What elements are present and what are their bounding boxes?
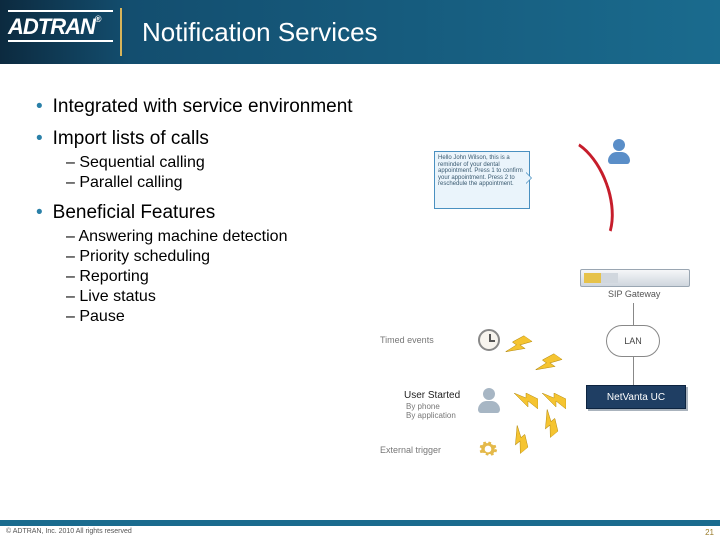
footer: © ADTRAN, Inc. 2010 All rights reserved … bbox=[0, 520, 720, 540]
page-number: 21 bbox=[705, 528, 714, 537]
speech-bubble: Hello John Wilson, this is a reminder of… bbox=[434, 151, 530, 209]
sip-gateway-icon bbox=[580, 269, 690, 287]
user-started-sub1: By phone bbox=[406, 402, 440, 411]
bolt-icon bbox=[508, 332, 533, 358]
logo-text: ADTRAN® bbox=[8, 14, 101, 39]
user-icon bbox=[478, 388, 500, 414]
netvanta-box: NetVanta UC bbox=[586, 385, 686, 409]
copyright-text: © ADTRAN, Inc. 2010 All rights reserved bbox=[0, 528, 720, 535]
title-area: Notification Services bbox=[120, 0, 720, 64]
header-bar: ADTRAN® Notification Services bbox=[0, 0, 720, 64]
bolt-icon bbox=[507, 428, 532, 454]
user-started-label: User Started bbox=[404, 390, 460, 401]
bolt-icon bbox=[546, 393, 566, 409]
user-started-sub2: By application bbox=[406, 411, 456, 420]
bolt-icon bbox=[538, 350, 563, 376]
bolt-icon bbox=[518, 393, 538, 409]
external-trigger-label: External trigger bbox=[380, 445, 441, 455]
diagram-area: Hello John Wilson, this is a reminder of… bbox=[430, 135, 710, 475]
lan-cloud: LAN bbox=[606, 325, 660, 357]
gear-icon bbox=[478, 439, 498, 459]
sip-gateway-label: SIP Gateway bbox=[608, 289, 660, 299]
bolt-icon bbox=[537, 412, 562, 438]
person-icon bbox=[608, 139, 630, 165]
bullet-integrated: Integrated with service environment bbox=[30, 96, 690, 118]
timed-events-label: Timed events bbox=[380, 335, 434, 345]
clock-icon bbox=[478, 329, 500, 351]
slide-title: Notification Services bbox=[142, 17, 378, 48]
brand-logo: ADTRAN® bbox=[8, 10, 118, 48]
